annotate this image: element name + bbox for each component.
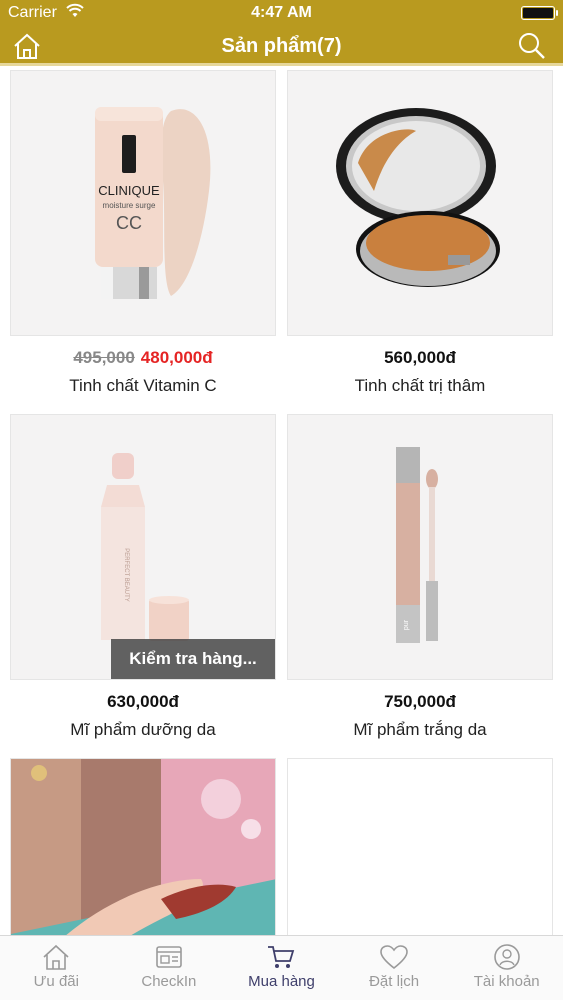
product-card[interactable]: pur 750,000đ Mĩ phẩm trắng da: [287, 414, 553, 739]
product-card[interactable]: CLINIQUE moisture surge CC 495,000 480,00…: [10, 70, 276, 395]
home-icon: [43, 944, 69, 970]
tab-dat-lich[interactable]: Đặt lịch: [338, 936, 451, 1001]
product-image[interactable]: CLINIQUE moisture surge CC: [10, 70, 276, 336]
tab-tai-khoan[interactable]: Tài khoản: [450, 936, 563, 1001]
check-stock-overlay[interactable]: Kiểm tra hàng...: [111, 639, 275, 679]
status-time: 4:47 AM: [251, 4, 312, 21]
status-bar: Carrier 4:47 AM: [0, 0, 563, 26]
tab-checkin[interactable]: CheckIn: [113, 936, 226, 1001]
tab-label: Tài khoản: [473, 973, 540, 990]
product-name: Tinh chất Vitamin C: [69, 376, 217, 395]
tab-label: Đặt lịch: [369, 973, 420, 990]
user-icon: [493, 944, 520, 970]
product-image[interactable]: pur: [287, 414, 553, 680]
product-name: Mĩ phẩm trắng da: [353, 720, 487, 739]
product-image[interactable]: [287, 70, 553, 336]
tab-mua-hang[interactable]: Mua hàng: [225, 936, 338, 1001]
nav-bar: Sản phẩm(7): [0, 26, 563, 66]
sale-price: 480,000đ: [140, 348, 213, 367]
cc-cream-tube-image: CLINIQUE moisture surge CC: [11, 71, 275, 335]
product-price: 630,000đ: [107, 692, 179, 711]
product-price: 560,000đ: [384, 348, 456, 367]
lip-gloss-image: pur: [288, 415, 552, 679]
old-price: 495,000: [73, 348, 135, 367]
product-name: Mĩ phẩm dưỡng da: [70, 720, 216, 739]
product-price: 495,000 480,000đ: [10, 348, 276, 368]
checkin-icon: [156, 946, 182, 968]
product-grid: CLINIQUE moisture surge CC 495,000 480,00…: [0, 66, 563, 935]
page-title: Sản phẩm(7): [221, 35, 342, 57]
search-icon[interactable]: [517, 31, 547, 61]
product-card[interactable]: [287, 758, 553, 935]
cc-text: CC: [116, 213, 142, 233]
product-price: 750,000đ: [384, 692, 456, 711]
product-image[interactable]: PERFECT BEAUTY Kiểm tra hàng...: [10, 414, 276, 680]
heart-icon: [380, 945, 408, 970]
tab-label: CheckIn: [141, 973, 197, 990]
product-image-placeholder[interactable]: [287, 758, 553, 935]
product-card[interactable]: [10, 758, 276, 935]
subbrand-text: moisture surge: [103, 201, 156, 210]
brand-text: CLINIQUE: [98, 183, 160, 198]
product-image[interactable]: [10, 758, 276, 935]
tab-uu-dai[interactable]: Ưu đãi: [0, 936, 113, 1001]
compact-powder-image: [288, 71, 552, 335]
tab-bar: Ưu đãi CheckIn Mua hàng Đặt lịch Tài kho…: [0, 935, 563, 1000]
tube-text: pur: [403, 619, 410, 630]
bottle-text: PERFECT BEAUTY: [123, 548, 129, 602]
cart-icon: [268, 946, 295, 968]
spa-photo-image: [11, 759, 275, 935]
product-name: Tinh chất trị thâm: [354, 376, 486, 395]
tab-label: Mua hàng: [248, 973, 315, 990]
battery-icon: [521, 6, 558, 20]
product-card[interactable]: PERFECT BEAUTY Kiểm tra hàng... 630,000đ…: [10, 414, 276, 739]
tab-label: Ưu đãi: [33, 973, 79, 990]
product-card[interactable]: 560,000đ Tinh chất trị thâm: [287, 70, 553, 395]
